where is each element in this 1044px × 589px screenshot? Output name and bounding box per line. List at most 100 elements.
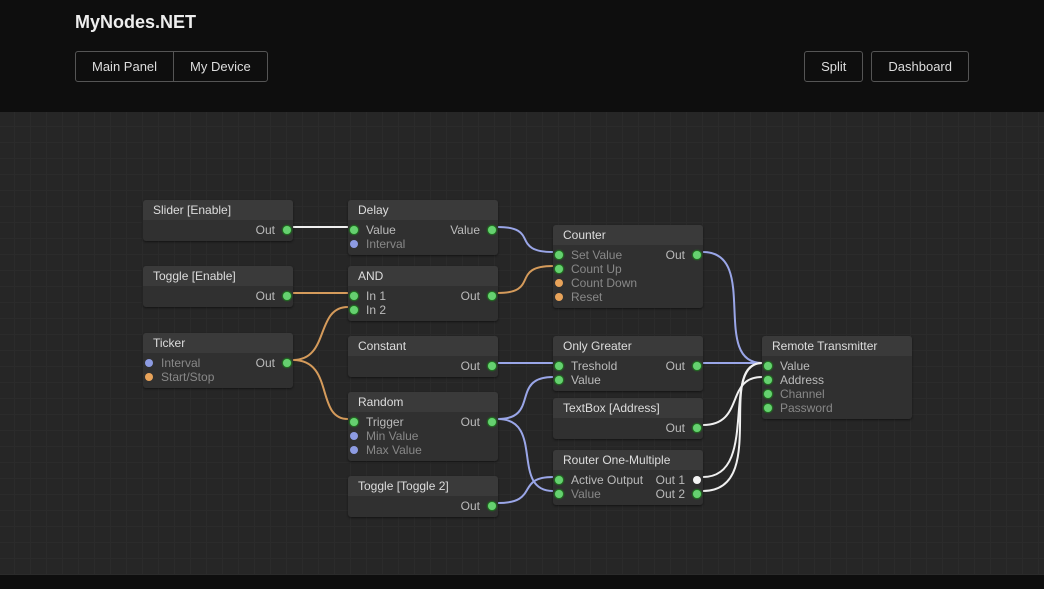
input-port[interactable]: [555, 362, 563, 370]
input-port[interactable]: [145, 359, 153, 367]
input-port[interactable]: [350, 418, 358, 426]
port-label-in1: In 1: [363, 289, 389, 303]
node-random[interactable]: Random Trigger Out Min Value Max Value: [348, 392, 498, 461]
node-title: Delay: [348, 200, 498, 220]
node-ticker[interactable]: Ticker Interval Out Start/Stop: [143, 333, 293, 388]
node-textbox[interactable]: TextBox [Address] Out: [553, 398, 703, 439]
output-port[interactable]: [283, 226, 291, 234]
node-title: Slider [Enable]: [143, 200, 293, 220]
node-title: Toggle [Enable]: [143, 266, 293, 286]
port-label-channel: Channel: [777, 387, 828, 401]
port-label-out: Out: [458, 289, 483, 303]
output-port[interactable]: [488, 362, 496, 370]
node-title: Only Greater: [553, 336, 703, 356]
input-port[interactable]: [350, 226, 358, 234]
input-port[interactable]: [350, 432, 358, 440]
node-canvas[interactable]: Slider [Enable] Out Toggle [Enable] Out …: [0, 112, 1044, 575]
port-label-trigger: Trigger: [363, 415, 407, 429]
output-port[interactable]: [693, 424, 701, 432]
split-button[interactable]: Split: [804, 51, 863, 82]
port-label-threshold: Treshold: [568, 359, 620, 373]
node-and[interactable]: AND In 1 Out In 2: [348, 266, 498, 321]
input-port[interactable]: [764, 376, 772, 384]
main-panel-button[interactable]: Main Panel: [75, 51, 174, 82]
port-label-countup: Count Up: [568, 262, 625, 276]
dashboard-button[interactable]: Dashboard: [871, 51, 969, 82]
port-label-in2: In 2: [363, 303, 389, 317]
port-label-out: Value: [447, 223, 483, 237]
port-label-max: Max Value: [363, 443, 425, 457]
node-title: Counter: [553, 225, 703, 245]
input-port[interactable]: [555, 293, 563, 301]
port-label-value: Value: [568, 487, 604, 501]
input-port[interactable]: [350, 446, 358, 454]
input-port[interactable]: [555, 251, 563, 259]
breadcrumb-group: Main Panel My Device: [75, 51, 268, 82]
port-label-interval: Interval: [158, 356, 203, 370]
port-label-min: Min Value: [363, 429, 421, 443]
port-label-setvalue: Set Value: [568, 248, 625, 262]
input-port[interactable]: [555, 476, 563, 484]
node-constant[interactable]: Constant Out: [348, 336, 498, 377]
port-label-out2: Out 2: [653, 487, 688, 501]
port-label-reset: Reset: [568, 290, 605, 304]
input-port[interactable]: [145, 373, 153, 381]
port-label-startstop: Start/Stop: [158, 370, 217, 384]
output-port[interactable]: [693, 251, 701, 259]
input-port[interactable]: [764, 390, 772, 398]
node-title: Toggle [Toggle 2]: [348, 476, 498, 496]
node-toggle-enable[interactable]: Toggle [Enable] Out: [143, 266, 293, 307]
input-port[interactable]: [350, 292, 358, 300]
input-port[interactable]: [764, 362, 772, 370]
node-delay[interactable]: Delay Value Value Interval: [348, 200, 498, 255]
input-port[interactable]: [764, 404, 772, 412]
node-title: Ticker: [143, 333, 293, 353]
app-title: MyNodes.NET: [75, 12, 969, 33]
port-label-out: Out: [458, 359, 483, 373]
footer-bar: [0, 575, 1044, 589]
port-label-out: Out: [253, 356, 278, 370]
output-port[interactable]: [693, 362, 701, 370]
node-router[interactable]: Router One-Multiple Active Output Out 1 V…: [553, 450, 703, 505]
input-port[interactable]: [555, 376, 563, 384]
input-port[interactable]: [350, 306, 358, 314]
output-port[interactable]: [488, 418, 496, 426]
input-port[interactable]: [555, 265, 563, 273]
output-port[interactable]: [283, 292, 291, 300]
port-label-out: Out: [663, 248, 688, 262]
node-title: Random: [348, 392, 498, 412]
output-port[interactable]: [693, 490, 701, 498]
output-port[interactable]: [488, 292, 496, 300]
port-label-out: Out: [663, 359, 688, 373]
output-port[interactable]: [488, 226, 496, 234]
my-device-button[interactable]: My Device: [173, 51, 268, 82]
port-label-out: Out: [663, 421, 688, 435]
node-toggle2[interactable]: Toggle [Toggle 2] Out: [348, 476, 498, 517]
output-port[interactable]: [693, 476, 701, 484]
node-slider[interactable]: Slider [Enable] Out: [143, 200, 293, 241]
input-port[interactable]: [555, 279, 563, 287]
port-label-out: Out: [458, 415, 483, 429]
input-port[interactable]: [350, 240, 358, 248]
port-label-address: Address: [777, 373, 827, 387]
node-title: AND: [348, 266, 498, 286]
port-label-countdown: Count Down: [568, 276, 640, 290]
node-remote-transmitter[interactable]: Remote Transmitter Value Address Channel…: [762, 336, 912, 419]
node-title: Router One-Multiple: [553, 450, 703, 470]
input-port[interactable]: [555, 490, 563, 498]
port-label-value: Value: [363, 223, 399, 237]
output-port[interactable]: [488, 502, 496, 510]
node-only-greater[interactable]: Only Greater Treshold Out Value: [553, 336, 703, 391]
node-counter[interactable]: Counter Set Value Out Count Up Count Down…: [553, 225, 703, 308]
port-label-out: Out: [253, 223, 278, 237]
port-label-out: Out: [253, 289, 278, 303]
port-label-interval: Interval: [363, 237, 408, 251]
port-label-value: Value: [568, 373, 604, 387]
port-label-out: Out: [458, 499, 483, 513]
node-title: Constant: [348, 336, 498, 356]
port-label-password: Password: [777, 401, 836, 415]
node-title: TextBox [Address]: [553, 398, 703, 418]
port-label-out1: Out 1: [653, 473, 688, 487]
port-label-active: Active Output: [568, 473, 646, 487]
output-port[interactable]: [283, 359, 291, 367]
